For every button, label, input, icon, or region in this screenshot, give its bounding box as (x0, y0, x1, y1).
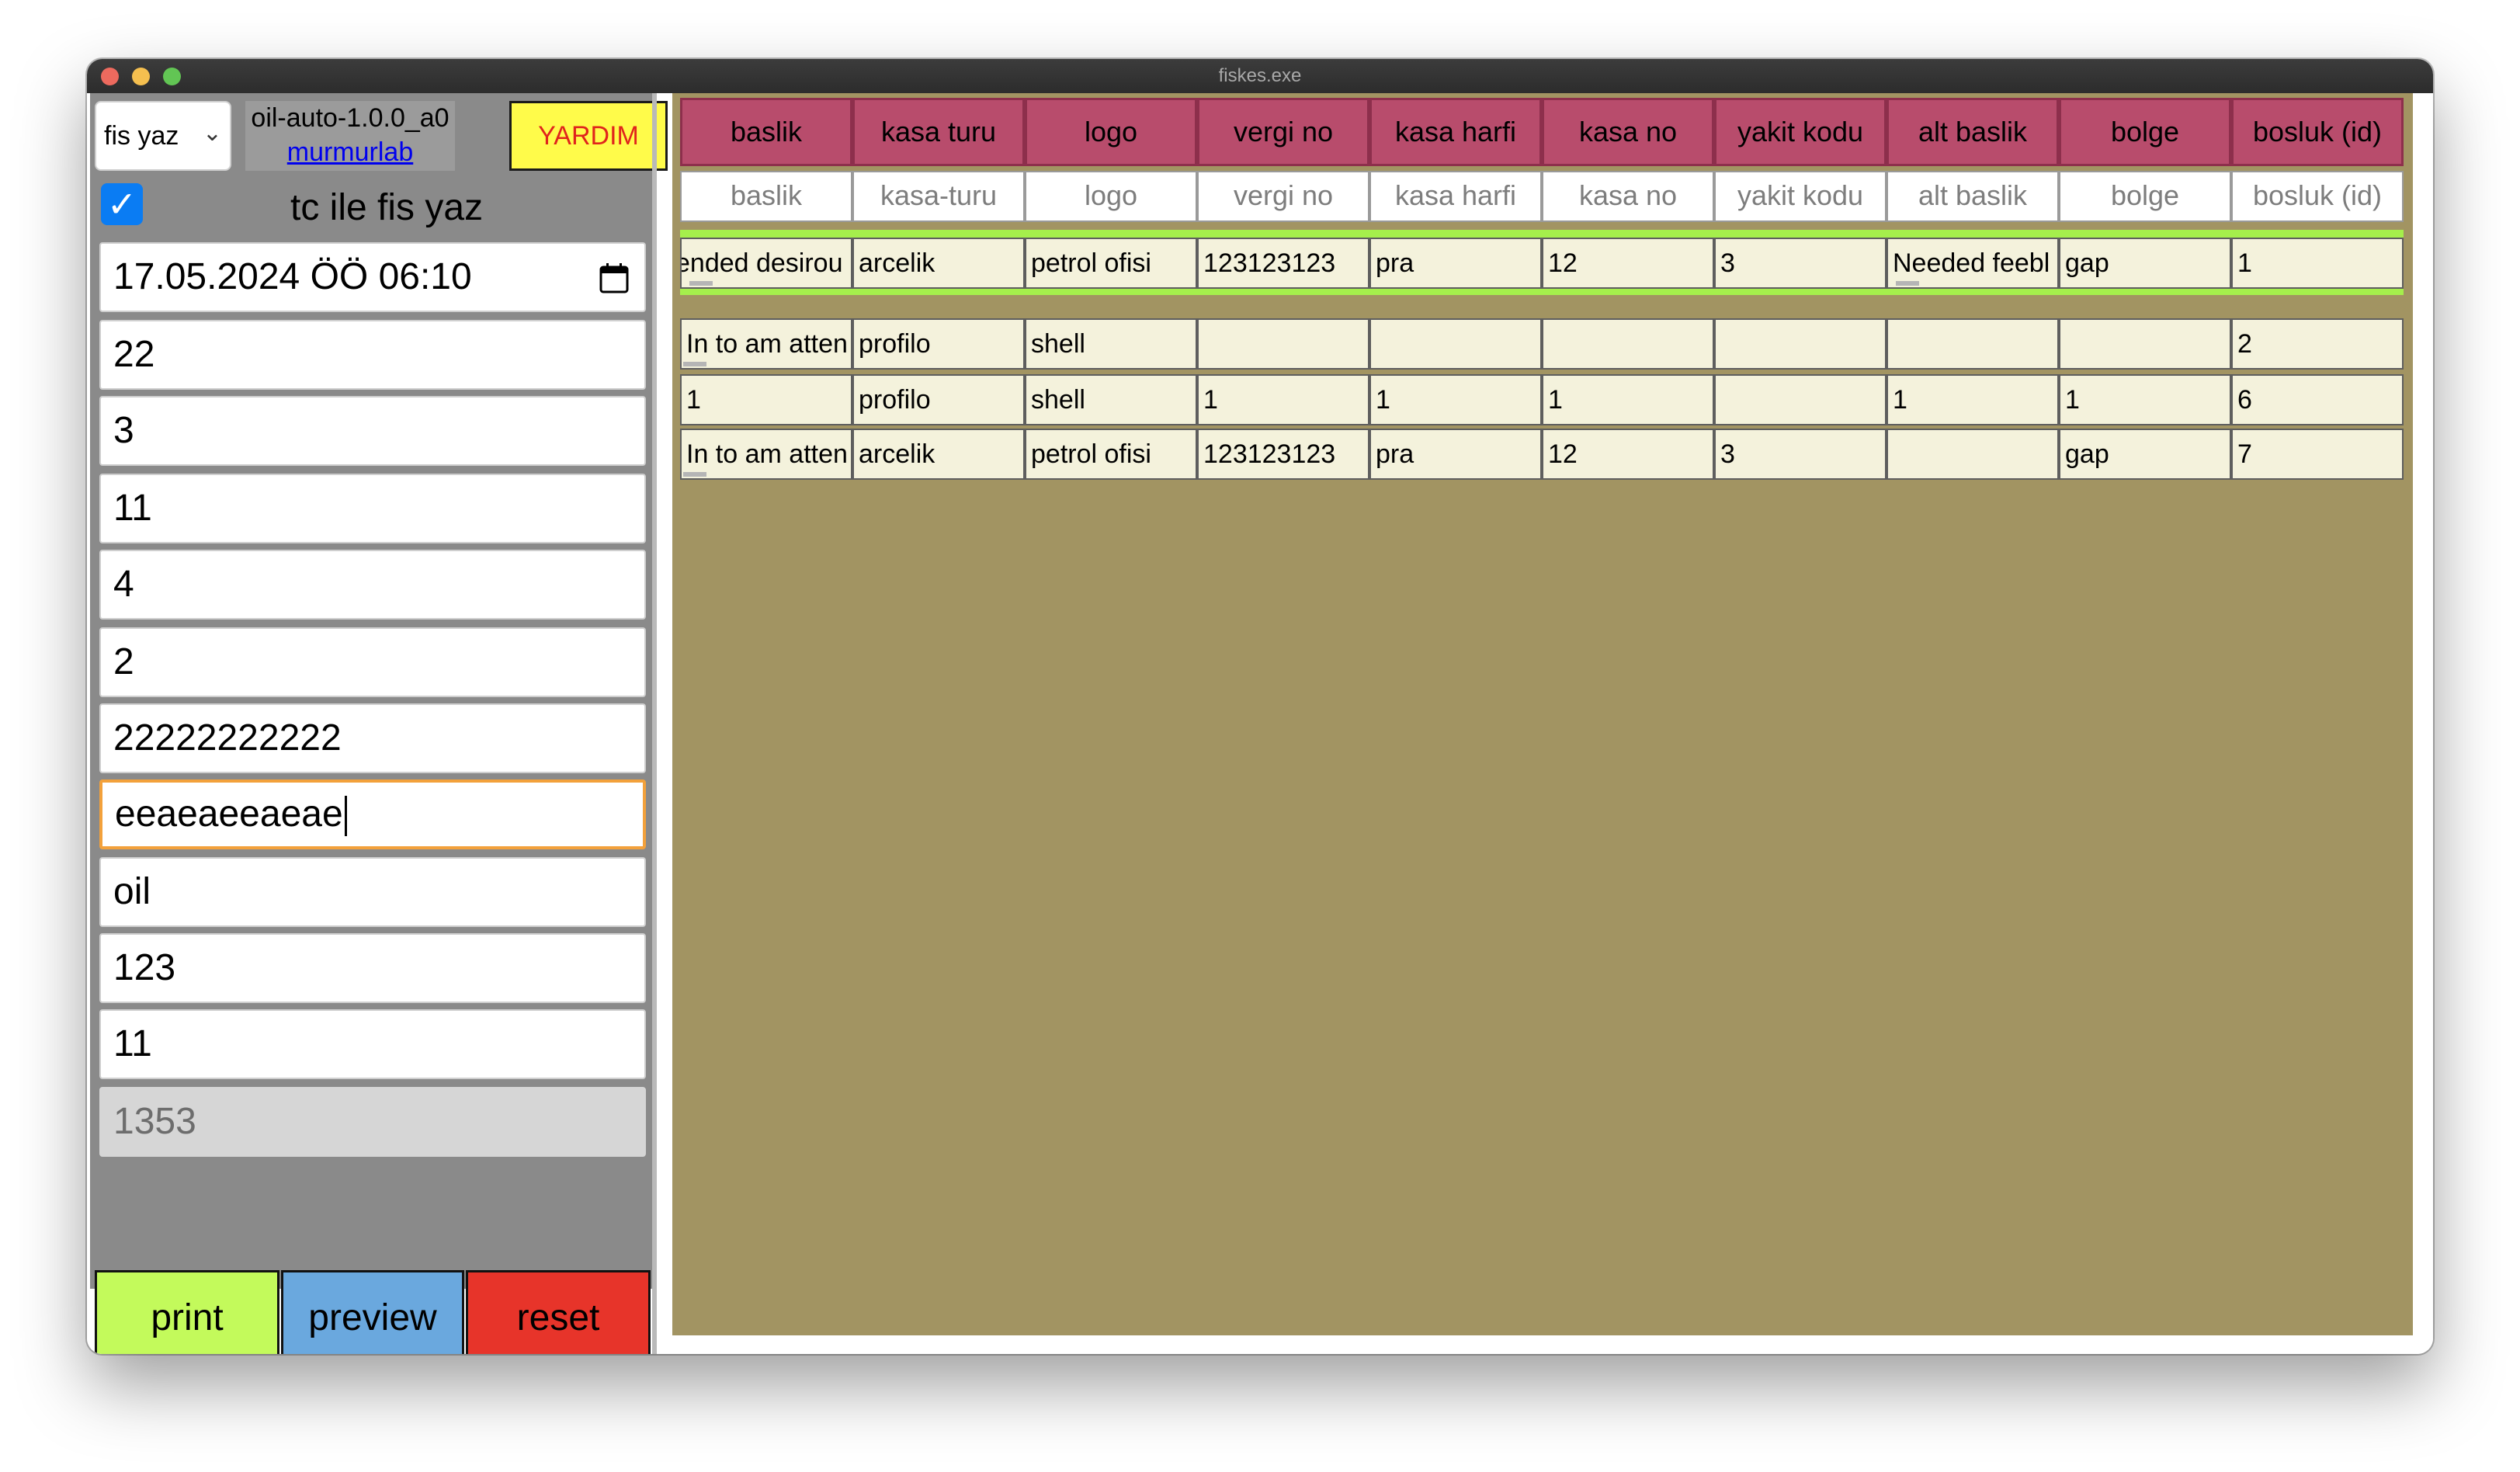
column-header[interactable]: vergi no (1197, 98, 1369, 166)
column-header[interactable]: bosluk (id) (2231, 98, 2404, 166)
input-field-5[interactable]: 2 (99, 627, 646, 697)
input-field-6[interactable]: 22222222222 (99, 703, 646, 773)
table-cell[interactable] (1714, 318, 1887, 370)
table-cell[interactable]: arcelik (852, 429, 1025, 480)
table-cell[interactable]: 123123123 (1197, 238, 1369, 289)
table-cell[interactable]: 1 (1197, 374, 1369, 425)
column-header[interactable]: kasa harfi (1369, 98, 1542, 166)
table-cell[interactable]: 1 (2231, 238, 2404, 289)
panel-divider[interactable] (652, 93, 657, 1354)
reset-button[interactable]: reset (466, 1270, 651, 1354)
column-filter-input[interactable]: baslik (680, 171, 852, 222)
table-cell[interactable]: 2 (2231, 318, 2404, 370)
column-header[interactable]: yakit kodu (1714, 98, 1887, 166)
input-field-10[interactable]: 11 (99, 1009, 646, 1079)
input-field-1[interactable]: 22 (99, 320, 646, 390)
form-panel: fis yaz ⌄ oil-auto-1.0.0_a0 murmurlab YA… (87, 93, 672, 1354)
text-caret (344, 796, 347, 837)
table-cell[interactable]: 12 (1542, 238, 1714, 289)
mode-select[interactable]: fis yaz ⌄ (95, 101, 231, 171)
column-header[interactable]: alt baslik (1887, 98, 2059, 166)
datetime-input[interactable]: 17.05.2024 ÖÖ 06:10 (99, 242, 646, 312)
input-field-7-value: eeaeaeeaeae (115, 793, 343, 835)
column-filter-input[interactable]: bosluk (id) (2231, 171, 2404, 222)
table-cell[interactable]: pra (1369, 429, 1542, 480)
column-header[interactable]: bolge (2059, 98, 2231, 166)
cell-scroll-indicator (683, 472, 706, 477)
column-header[interactable]: kasa no (1542, 98, 1714, 166)
table-cell[interactable] (1887, 318, 2059, 370)
tc-checkbox-label: tc ile fis yaz (290, 187, 484, 228)
right-edge (2413, 93, 2433, 1354)
column-filter-input[interactable]: kasa harfi (1369, 171, 1542, 222)
table-cell[interactable] (1542, 318, 1714, 370)
table-panel: baslik baslik kasa turu kasa-turu logo logo ve… (672, 93, 2413, 1335)
column-filter-input[interactable]: yakit kodu (1714, 171, 1887, 222)
datetime-value: 17.05.2024 ÖÖ 06:10 (113, 256, 472, 297)
help-button[interactable]: YARDIM (509, 101, 668, 171)
cell-scroll-indicator (1896, 281, 1919, 286)
column-filter-input[interactable]: kasa no (1542, 171, 1714, 222)
column-filter-input[interactable]: vergi no (1197, 171, 1369, 222)
input-field-4[interactable]: 4 (99, 550, 646, 620)
table-cell[interactable]: petrol ofisi (1025, 238, 1197, 289)
cell-scroll-indicator (683, 362, 706, 366)
tc-checkbox-row: ✓ tc ile fis yaz (90, 172, 652, 238)
table-cell[interactable]: shell (1025, 374, 1197, 425)
column-filter-input[interactable]: bolge (2059, 171, 2231, 222)
chevron-down-icon: ⌄ (202, 120, 222, 146)
table-cell[interactable] (1369, 318, 1542, 370)
tc-checkbox[interactable]: ✓ (101, 183, 143, 225)
table-cell[interactable] (2059, 318, 2231, 370)
column-header[interactable]: baslik (680, 98, 852, 166)
author-link[interactable]: murmurlab (245, 135, 455, 169)
input-field-3[interactable]: 11 (99, 474, 646, 543)
table-cell[interactable]: gap (2059, 429, 2231, 480)
table-cell[interactable]: petrol ofisi (1025, 429, 1197, 480)
input-field-9[interactable]: 123 (99, 933, 646, 1003)
column-filter-input[interactable]: alt baslik (1887, 171, 2059, 222)
table-cell[interactable]: 123123123 (1197, 429, 1369, 480)
table-cell[interactable]: 1 (2059, 374, 2231, 425)
table-cell[interactable]: 3 (1714, 429, 1887, 480)
table-cell[interactable] (1887, 429, 2059, 480)
mode-select-value: fis yaz (104, 121, 179, 151)
column-header[interactable]: kasa turu (852, 98, 1025, 166)
table-cell[interactable]: 1 (1887, 374, 2059, 425)
table-cell[interactable]: 3 (1714, 238, 1887, 289)
calendar-icon[interactable] (599, 262, 629, 293)
print-button[interactable]: print (95, 1270, 279, 1354)
window-title: fiskes.exe (1218, 65, 1302, 86)
bottom-strip (672, 1335, 2413, 1354)
disabled-field: 1353 (99, 1087, 646, 1157)
table-cell[interactable]: 1 (1542, 374, 1714, 425)
form-area: fis yaz ⌄ oil-auto-1.0.0_a0 murmurlab YA… (90, 93, 668, 1354)
table-cell[interactable]: gap (2059, 238, 2231, 289)
app-info: oil-auto-1.0.0_a0 murmurlab (245, 101, 455, 171)
table-cell[interactable]: profilo (852, 374, 1025, 425)
table-cell[interactable]: 6 (2231, 374, 2404, 425)
table-cell[interactable]: 7 (2231, 429, 2404, 480)
table-cell[interactable]: shell (1025, 318, 1197, 370)
preview-button[interactable]: preview (281, 1270, 464, 1354)
table-cell[interactable]: 1 (1369, 374, 1542, 425)
table-cell[interactable]: profilo (852, 318, 1025, 370)
table-cell[interactable]: pra (1369, 238, 1542, 289)
input-field-8[interactable]: oil (99, 857, 646, 927)
input-field-2[interactable]: 3 (99, 396, 646, 466)
table-cell[interactable]: 12 (1542, 429, 1714, 480)
table-cell[interactable]: arcelik (852, 238, 1025, 289)
cell-scroll-indicator (689, 281, 713, 286)
app-version: oil-auto-1.0.0_a0 (251, 103, 450, 133)
column-filter-input[interactable]: logo (1025, 171, 1197, 222)
app-window: fiskes.exe fis yaz ⌄ oil-auto-1.0.0_a0 m… (87, 59, 2433, 1354)
title-bar: fiskes.exe (87, 59, 2433, 93)
table-cell[interactable] (1197, 318, 1369, 370)
table-cell[interactable]: 1 (680, 374, 852, 425)
column-filter-input[interactable]: kasa-turu (852, 171, 1025, 222)
column-header[interactable]: logo (1025, 98, 1197, 166)
table-cell[interactable] (1714, 374, 1887, 425)
input-field-7[interactable]: eeaeaeeaeae (99, 779, 646, 849)
